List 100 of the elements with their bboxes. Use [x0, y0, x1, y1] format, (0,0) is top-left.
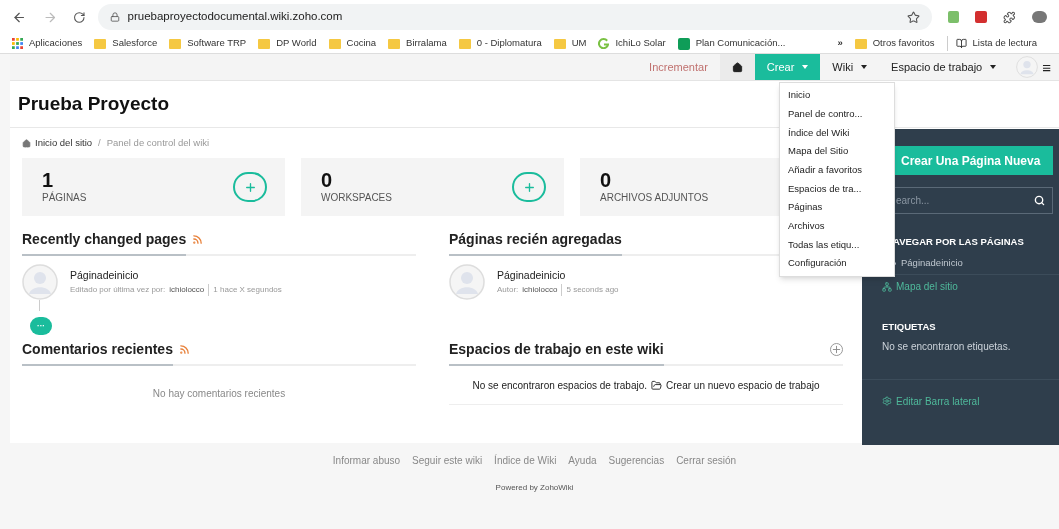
- add-button[interactable]: [512, 172, 546, 202]
- reload-icon[interactable]: [73, 10, 86, 24]
- footer-link[interactable]: Informar abuso: [332, 453, 401, 468]
- reading-list[interactable]: Lista de lectura: [946, 36, 1037, 51]
- timestamp: 1 hace X segundos: [208, 283, 282, 296]
- add-button[interactable]: [233, 172, 267, 202]
- reading-list-icon: [955, 38, 967, 49]
- dropdown-item[interactable]: Mapa del Sitio: [780, 142, 894, 161]
- bookmark-item[interactable]: Birralama: [388, 36, 447, 51]
- folder-icon: [553, 38, 566, 49]
- folder-icon: [458, 38, 471, 49]
- bookmark-item[interactable]: Software TRP: [169, 36, 247, 51]
- folder-icon: [328, 38, 341, 49]
- stat-label: PÁGINAS: [42, 190, 87, 205]
- stat-label: ARCHIVOS ADJUNTOS: [600, 190, 709, 205]
- dropdown-item[interactable]: Todas las etiqu...: [780, 235, 894, 255]
- section-title: Páginas recién agregadas: [449, 230, 622, 249]
- timestamp: 5 seconds ago: [561, 283, 619, 296]
- sidebar-heading: AVEGAR POR LAS PÁGINAS: [893, 236, 1024, 247]
- bookmark-item[interactable]: IchiLo Solar: [598, 36, 666, 51]
- address-bar[interactable]: pruebaproyectodocumental.wiki.zoho.com: [97, 4, 932, 30]
- search-icon[interactable]: [1034, 195, 1045, 206]
- sitemap-link[interactable]: Mapa del sitio: [896, 279, 958, 295]
- sidebar-heading: ETIQUETAS: [882, 320, 937, 335]
- empty-message: No hay comentarios recientes: [151, 387, 287, 401]
- folder-icon: [854, 38, 867, 49]
- sidebar-page-link[interactable]: Páginadeinicio: [901, 256, 963, 271]
- stat-count: 0: [321, 169, 334, 190]
- create-workspace-link[interactable]: Crear un nuevo espacio de trabajo: [666, 377, 820, 393]
- url-text: pruebaproyectodocumental.wiki.zoho.com: [127, 9, 343, 25]
- user-link[interactable]: ichiolocco: [522, 283, 558, 296]
- plus-icon: [522, 180, 536, 194]
- section-title: Espacios de trabajo en este wiki: [449, 340, 664, 359]
- folder-icon: [388, 38, 401, 49]
- g-logo-icon: [598, 38, 610, 49]
- dropdown-item[interactable]: Inicio: [780, 86, 894, 105]
- breadcrumb-current: Panel de control del wiki: [106, 135, 210, 150]
- bookmark-item[interactable]: UM: [553, 36, 587, 51]
- bookmark-item[interactable]: Plan Comunicación...: [677, 36, 786, 51]
- dropdown-item[interactable]: Archivos: [780, 216, 894, 236]
- meta-label: Autor:: [497, 283, 519, 296]
- rss-icon[interactable]: [192, 234, 204, 245]
- apps-grid-icon: [12, 38, 23, 49]
- page-title: Prueba Proyecto: [18, 91, 169, 116]
- page-link[interactable]: Páginadeinicio: [497, 268, 619, 284]
- avatar-icon: [449, 264, 485, 300]
- search-field[interactable]: earch...: [893, 187, 1053, 214]
- sitemap-icon: [882, 281, 892, 292]
- gear-icon: [882, 396, 892, 406]
- nav-menu-button[interactable]: Espacio de trabajo: [879, 54, 1009, 80]
- lock-icon: [109, 12, 120, 22]
- dropdown-item[interactable]: Índice del Wiki: [780, 123, 894, 143]
- meta-label: Editado por última vez por:: [70, 283, 166, 296]
- dropdown-item[interactable]: Páginas: [780, 198, 894, 217]
- home-button[interactable]: [719, 54, 755, 80]
- dropdown-item[interactable]: Configuración: [780, 254, 894, 273]
- stat-count: 0: [600, 169, 613, 190]
- menu-icon[interactable]: ≡: [1042, 59, 1051, 75]
- puzzle-icon[interactable]: [1002, 10, 1016, 24]
- plus-icon: [243, 180, 257, 194]
- stat-label: WORKSPACES: [321, 190, 392, 205]
- bookmark-item[interactable]: DP World: [258, 36, 317, 51]
- folder-icon: [94, 38, 107, 49]
- footer-link[interactable]: Seguir este wiki: [412, 453, 483, 468]
- section-title: Recently changed pages: [22, 230, 187, 249]
- bookmark-item[interactable]: Otros favoritos: [854, 36, 935, 51]
- dropdown-item[interactable]: Panel de contro...: [780, 104, 894, 124]
- home-icon: [731, 61, 743, 73]
- folder-icon: [651, 379, 663, 391]
- footer-link[interactable]: Cerrar sesión: [676, 453, 737, 468]
- bookmark-item[interactable]: Salesforce: [94, 36, 158, 51]
- folder-icon: [169, 38, 182, 49]
- pdf-icon[interactable]: [975, 11, 987, 23]
- home-icon: [22, 138, 31, 148]
- dropdown-item[interactable]: Añadir a favoritos: [780, 160, 894, 180]
- star-icon[interactable]: [906, 10, 920, 24]
- bookmark-item[interactable]: Cocina: [328, 36, 377, 51]
- empty-message: No se encontraron espacios de trabajo.: [472, 378, 648, 393]
- sheet-icon: [677, 37, 690, 50]
- page-link[interactable]: Páginadeinicio: [70, 268, 282, 284]
- footer-link[interactable]: Índice de Wiki: [494, 453, 557, 468]
- rss-icon[interactable]: [178, 344, 190, 355]
- bookmark-item[interactable]: 0 - Diplomatura: [458, 36, 542, 51]
- nav-menu-button[interactable]: Wiki: [820, 54, 880, 80]
- footer-link[interactable]: Sugerencias: [608, 453, 665, 468]
- bookmarks-overflow[interactable]: »: [837, 36, 843, 51]
- powered-by-text: Powered by ZohoWiki: [495, 482, 574, 494]
- bookmark-item[interactable]: Aplicaciones: [12, 36, 83, 51]
- breadcrumb-link[interactable]: Inicio del sitio: [35, 135, 93, 151]
- avatar-icon: [22, 264, 58, 300]
- empty-tags-message: No se encontraron etiquetas.: [882, 339, 1012, 354]
- edit-sidebar-link[interactable]: Editar Barra lateral: [896, 393, 980, 409]
- stat-count: 1: [42, 169, 55, 190]
- profile-icon[interactable]: [1031, 11, 1047, 23]
- user-link[interactable]: ichiolocco: [169, 283, 205, 296]
- breadcrumb-separator: /: [98, 135, 101, 150]
- section-title: Comentarios recientes: [22, 340, 173, 359]
- dropdown-item[interactable]: Espacios de tra...: [780, 179, 894, 199]
- folder-icon: [258, 38, 271, 49]
- extension-icon[interactable]: [947, 11, 960, 23]
